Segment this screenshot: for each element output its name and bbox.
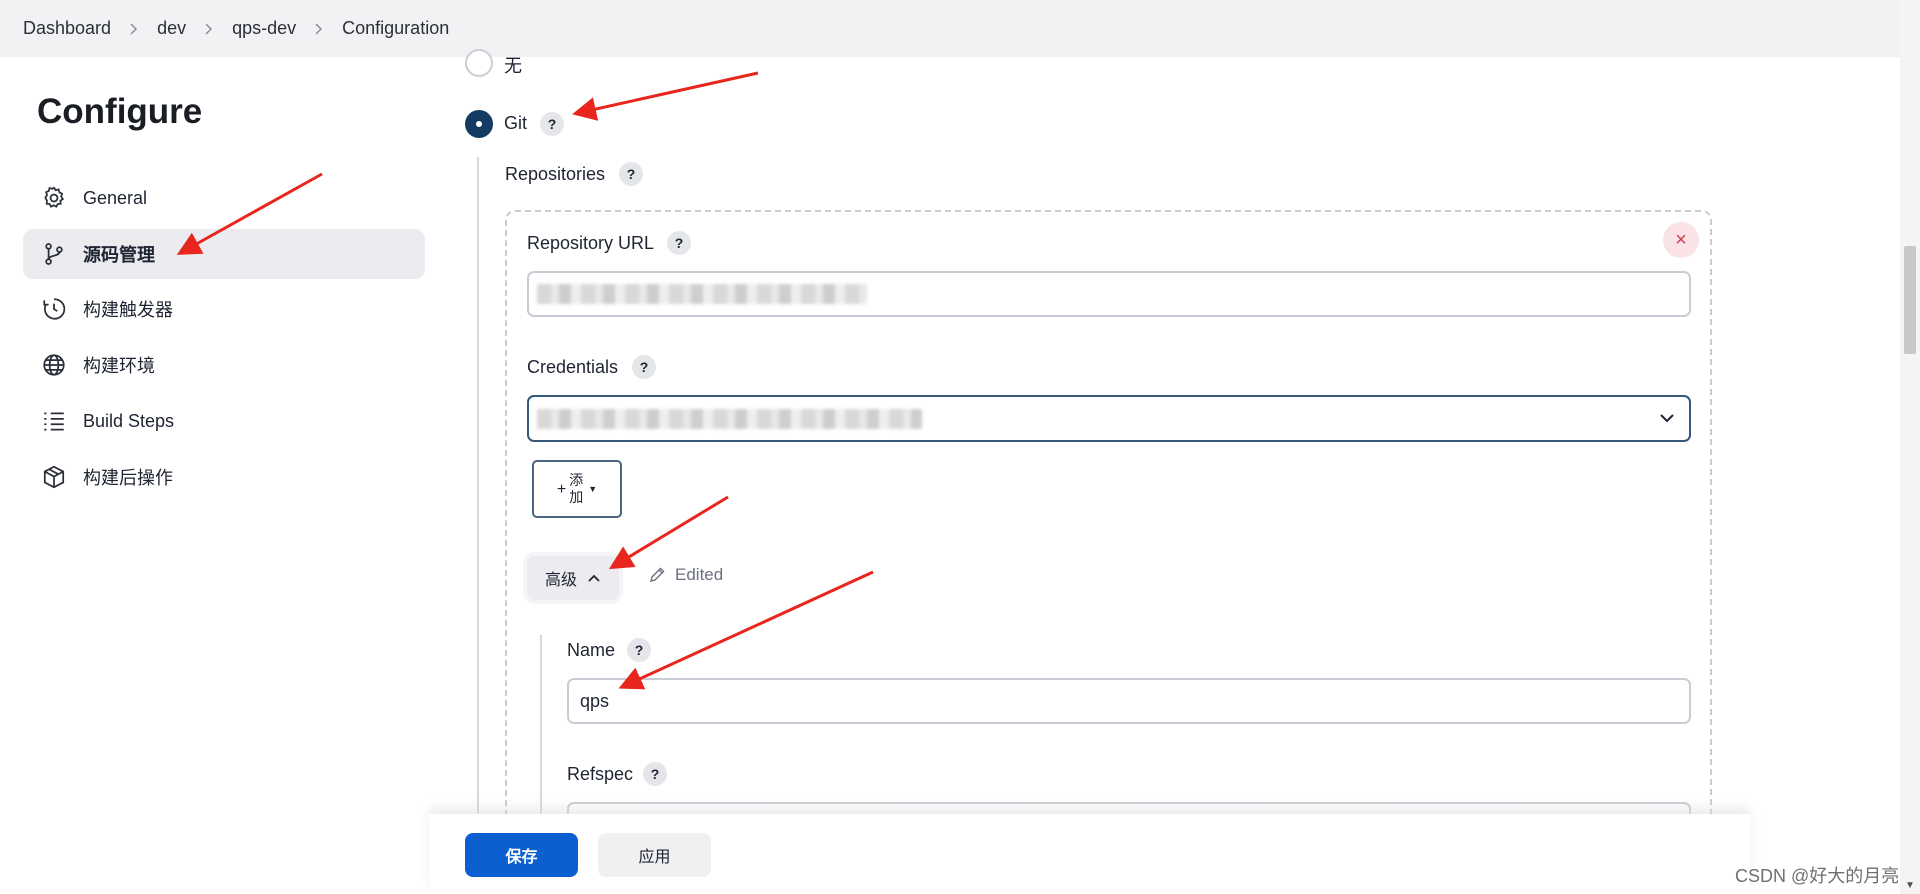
- repositories-label: Repositories: [505, 164, 606, 184]
- credentials-select[interactable]: [527, 395, 1691, 442]
- chevron-down-icon: [1660, 414, 1674, 423]
- caret-down-icon: ▼: [588, 483, 598, 494]
- credentials-label: Credentials: [527, 357, 619, 377]
- repository-url-label: Repository URL: [527, 233, 655, 253]
- chevron-right-icon: [186, 22, 232, 35]
- sidebar-item-general[interactable]: General: [23, 173, 425, 223]
- package-icon: [40, 463, 68, 491]
- advanced-label: 高级: [544, 572, 577, 589]
- scm-git-label: Git: [504, 113, 528, 133]
- advanced-toggle-button[interactable]: 高级: [527, 556, 619, 600]
- sidebar-item-label: 构建后操作: [83, 468, 173, 488]
- clock-icon: [40, 295, 68, 323]
- name-value: qps: [580, 690, 610, 711]
- sidebar-item-source-management[interactable]: 源码管理: [23, 229, 425, 279]
- scrollbar-thumb[interactable]: [1904, 246, 1916, 354]
- redacted-credentials: [537, 409, 922, 429]
- scm-none-label: 无: [504, 56, 522, 76]
- credentials-help-icon[interactable]: ?: [632, 355, 656, 379]
- list-icon: [40, 407, 68, 435]
- repository-url-help-icon[interactable]: ?: [667, 231, 691, 255]
- breadcrumb-dashboard[interactable]: Dashboard: [23, 18, 111, 39]
- save-button[interactable]: 保存: [465, 833, 578, 877]
- refspec-label: Refspec: [567, 764, 634, 784]
- redacted-url: [537, 284, 867, 304]
- watermark: CSDN @好大的月亮: [1735, 866, 1900, 886]
- chevron-right-icon: [296, 22, 342, 35]
- breadcrumb: Dashboard dev qps-dev Configuration: [0, 0, 1900, 57]
- name-input[interactable]: qps: [567, 678, 1691, 724]
- sidebar-item-label: 源码管理: [83, 245, 155, 265]
- gear-icon: [40, 184, 68, 212]
- chevron-up-icon: [588, 574, 600, 582]
- section-divider: [477, 157, 479, 817]
- sidebar-item-label: 构建环境: [83, 356, 155, 376]
- sidebar-item-label: Build Steps: [83, 410, 175, 431]
- branch-icon: [40, 240, 68, 268]
- remove-repository-button[interactable]: ×: [1663, 222, 1699, 258]
- repositories-help-icon[interactable]: ?: [619, 162, 643, 186]
- advanced-section-divider: [540, 635, 542, 825]
- scroll-down-icon[interactable]: ▼: [1905, 880, 1915, 891]
- plus-icon: +: [556, 480, 567, 498]
- globe-icon: [40, 351, 68, 379]
- chevron-right-icon: [111, 22, 157, 35]
- apply-button[interactable]: 应用: [598, 833, 711, 877]
- name-label: Name: [567, 640, 616, 660]
- name-help-icon[interactable]: ?: [627, 638, 651, 662]
- breadcrumb-configuration[interactable]: Configuration: [342, 18, 449, 39]
- arrow-to-git: [572, 71, 759, 121]
- page-title: Configure: [37, 92, 203, 131]
- sidebar-item-post-build-actions[interactable]: 构建后操作: [23, 452, 425, 502]
- breadcrumb-dev[interactable]: dev: [157, 18, 186, 39]
- sidebar-item-build-steps[interactable]: Build Steps: [23, 396, 425, 446]
- git-help-icon[interactable]: ?: [540, 112, 564, 136]
- scrollbar[interactable]: ▼: [1900, 0, 1920, 894]
- edited-indicator: Edited: [648, 565, 723, 585]
- sidebar-item-build-environment[interactable]: 构建环境: [23, 340, 425, 390]
- scm-git-radio[interactable]: [465, 110, 493, 138]
- sidebar-item-label: 构建触发器: [83, 300, 173, 320]
- scm-none-radio[interactable]: [465, 49, 493, 77]
- repository-url-input[interactable]: [527, 271, 1691, 317]
- edited-label: Edited: [675, 565, 724, 584]
- pencil-icon: [650, 567, 665, 582]
- add-credentials-button[interactable]: + 添加 ▼: [532, 460, 622, 518]
- add-button-label: 添加: [569, 472, 584, 505]
- sidebar-item-build-triggers[interactable]: 构建触发器: [23, 284, 425, 334]
- refspec-help-icon[interactable]: ?: [643, 762, 667, 786]
- breadcrumb-qps-dev[interactable]: qps-dev: [232, 18, 296, 39]
- sidebar-item-label: General: [83, 187, 148, 208]
